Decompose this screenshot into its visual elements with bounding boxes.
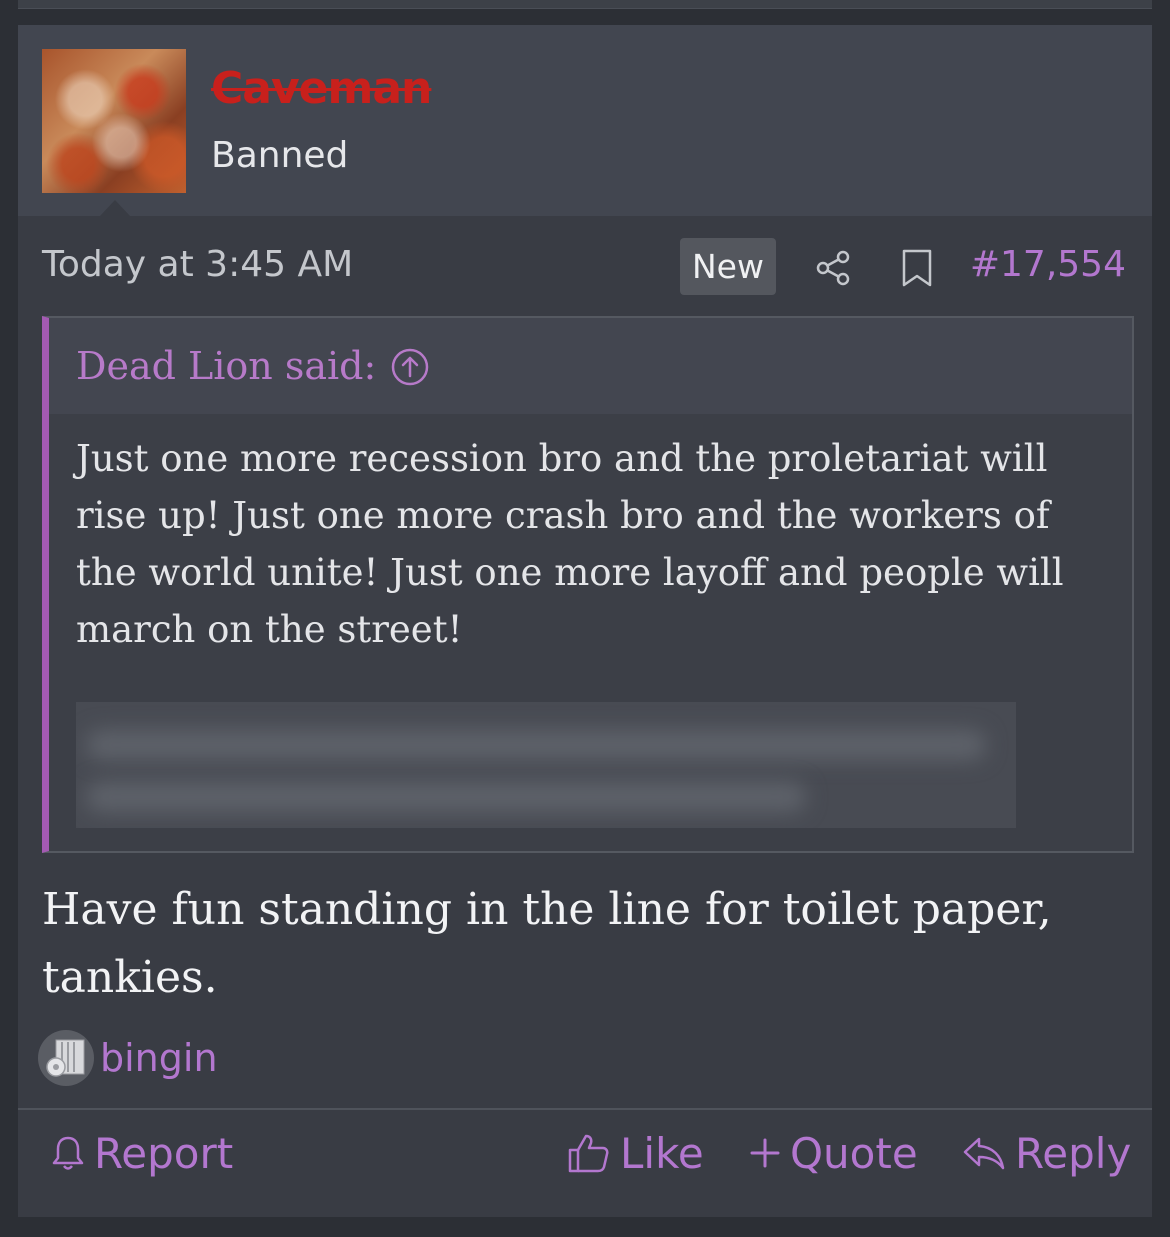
bookmark-icon[interactable] (899, 248, 935, 288)
post-permalink-number[interactable]: #17,554 (970, 244, 1126, 285)
like-label: Like (620, 1128, 704, 1178)
quote-header: Dead Lion said: (49, 318, 1132, 414)
plus-icon (750, 1138, 780, 1168)
quoted-post: Dead Lion said: Just one more recession … (42, 316, 1134, 853)
reply-label: Reply (1015, 1128, 1132, 1178)
forum-post: Caveman Banned Today at 3:45 AM New #17,… (18, 25, 1152, 1217)
like-button[interactable]: Like (566, 1128, 704, 1178)
toilet-paper-icon (46, 1039, 85, 1077)
post-header: Caveman Banned (18, 25, 1152, 216)
blurred-embed (76, 702, 1016, 828)
quote-text: Just one more recession bro and the prol… (76, 437, 1064, 651)
reply-arrow-icon (963, 1137, 1005, 1170)
arrow-up-circle-icon[interactable] (390, 347, 430, 387)
quote-author-link[interactable]: Dead Lion said: (76, 344, 376, 388)
report-button[interactable]: Report (50, 1128, 233, 1178)
quote-label: Quote (790, 1128, 918, 1178)
reaction-users-link[interactable]: bingin (100, 1036, 218, 1080)
user-avatar[interactable] (42, 49, 186, 193)
username[interactable]: Caveman (211, 63, 432, 114)
report-label: Report (94, 1128, 234, 1178)
header-pointer (100, 200, 130, 216)
user-title: Banned (211, 135, 349, 176)
thumbs-up-icon (568, 1134, 609, 1173)
previous-post-edge (18, 0, 1152, 9)
footer-divider (18, 1108, 1152, 1110)
share-icon[interactable] (813, 248, 853, 288)
bell-icon (52, 1136, 84, 1170)
post-message: Have fun standing in the line for toilet… (42, 884, 1052, 1003)
new-badge: New (680, 238, 776, 295)
toilet-paper-reaction-icon[interactable] (38, 1030, 94, 1086)
blur-line (86, 730, 986, 760)
quote-button[interactable]: Quote (748, 1128, 918, 1178)
reply-button[interactable]: Reply (961, 1128, 1131, 1178)
blur-line (86, 782, 806, 812)
post-timestamp[interactable]: Today at 3:45 AM (42, 244, 353, 285)
